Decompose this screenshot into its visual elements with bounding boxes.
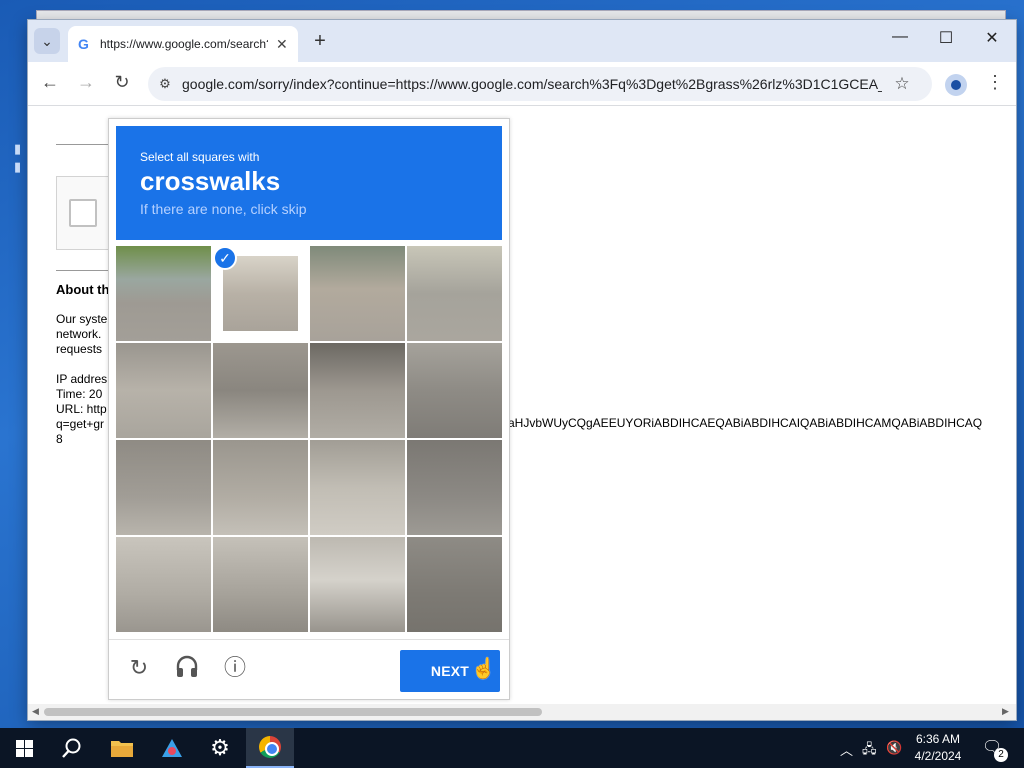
network-icon[interactable]: 🖧 <box>862 740 877 762</box>
about-heading: About th <box>56 282 110 297</box>
info-icon[interactable]: ⓘ <box>221 654 249 682</box>
google-favicon-icon: G <box>78 36 89 52</box>
scroll-thumb[interactable] <box>44 708 542 716</box>
browser-toolbar: ← → ↻ ⚙ google.com/sorry/index?continue=… <box>28 62 1016 106</box>
long-query-text: aHJvbWUyCQgAEEUYORiABDIHCAEQABiABDIHCAIQ… <box>508 416 983 430</box>
gear-icon: ⚙ <box>210 735 230 760</box>
checkmark-icon: ✓ <box>213 246 237 270</box>
tray-chevron-icon[interactable]: ︿ <box>840 740 853 759</box>
text-line: 8 <box>56 432 63 446</box>
captcha-tile[interactable] <box>116 537 211 632</box>
maximize-button[interactable]: ☐ <box>932 28 960 48</box>
desktop-icons: ▮ ▮ <box>14 141 22 174</box>
target-object: crosswalks <box>140 166 281 196</box>
title-bar: ⌄ G https://www.google.com/search?q=get+… <box>28 20 1016 62</box>
reload-button[interactable]: ↻ <box>110 72 134 93</box>
folder-icon <box>111 741 133 757</box>
skip-hint: If there are none, click skip <box>140 201 307 217</box>
tab-search-button[interactable]: ⌄ <box>34 28 60 54</box>
browser-window: ⌄ G https://www.google.com/search?q=get+… <box>28 20 1016 720</box>
recaptcha-challenge: Select all squares with crosswalks If th… <box>108 118 510 700</box>
headphones-icon <box>176 655 198 677</box>
clock-date: 4/2/2024 <box>914 749 962 763</box>
captcha-tile[interactable] <box>213 440 308 535</box>
captcha-tile[interactable] <box>116 343 211 438</box>
image-grid: ✓ <box>116 246 502 632</box>
start-button[interactable] <box>0 728 48 768</box>
back-button[interactable]: ← <box>38 72 62 93</box>
instruction-text: Select all squares with <box>140 150 260 164</box>
windows-logo-icon <box>15 739 33 757</box>
volume-muted-icon[interactable]: 🔇 <box>886 740 902 756</box>
system-clock[interactable]: 6:36 AM 4/2/2024 <box>906 731 970 765</box>
horizontal-scrollbar[interactable]: ◀ ▶ <box>28 704 1016 720</box>
notification-count: 2 <box>994 748 1008 762</box>
hand-cursor-icon: ☝ <box>471 658 496 680</box>
palette-icon <box>162 739 182 757</box>
challenge-footer: ↻ ⓘ NEXT <box>109 639 509 699</box>
profile-avatar[interactable] <box>945 74 967 96</box>
close-tab-icon[interactable]: ✕ <box>276 36 288 53</box>
captcha-tile[interactable] <box>213 537 308 632</box>
scroll-left-icon[interactable]: ◀ <box>32 706 39 717</box>
taskbar: ⚙ ︿ 🖧 🔇 6:36 AM 4/2/2024 🗨 2 <box>0 728 1024 768</box>
captcha-tile[interactable] <box>407 440 502 535</box>
captcha-tile[interactable] <box>310 246 405 341</box>
challenge-header: Select all squares with crosswalks If th… <box>116 126 502 240</box>
address-bar[interactable]: ⚙ google.com/sorry/index?continue=https:… <box>148 67 932 101</box>
audio-challenge-icon[interactable] <box>173 654 201 682</box>
divider <box>56 270 108 271</box>
captcha-tile[interactable] <box>407 343 502 438</box>
captcha-tile[interactable] <box>213 343 308 438</box>
site-info-icon[interactable]: ⚙ <box>148 76 182 92</box>
text-line: IP addres <box>56 372 108 386</box>
person-icon <box>951 80 961 90</box>
tab-google[interactable]: G https://www.google.com/search?q=get+gr… <box>68 26 298 62</box>
explanation-text: Our syste network. requests <box>56 312 107 357</box>
url-text[interactable]: google.com/sorry/index?continue=https://… <box>182 76 882 92</box>
chrome-taskbar-button[interactable] <box>246 728 294 768</box>
captcha-tile[interactable] <box>116 246 211 341</box>
bookmark-star-icon[interactable]: ☆ <box>882 74 922 94</box>
chevron-down-icon: ⌄ <box>41 32 53 49</box>
request-details: IP addres Time: 20 URL: http q=get+gr 8 <box>56 372 107 447</box>
captcha-tile[interactable] <box>310 440 405 535</box>
forward-button[interactable]: → <box>74 72 98 93</box>
chrome-icon <box>259 736 281 758</box>
window-close-button[interactable]: ✕ <box>978 28 1006 48</box>
captcha-tile[interactable] <box>116 440 211 535</box>
checkbox[interactable] <box>69 199 97 227</box>
page-content: About th Our syste network. requests IP … <box>28 106 1016 704</box>
reload-challenge-icon[interactable]: ↻ <box>125 654 153 682</box>
divider <box>56 144 108 145</box>
settings-button[interactable]: ⚙ <box>196 728 244 768</box>
tab-title: https://www.google.com/search?q=get+gr <box>100 37 268 51</box>
search-icon <box>62 738 81 758</box>
text-line: Our syste <box>56 312 108 326</box>
clock-time: 6:36 AM <box>915 732 961 746</box>
text-line: network. <box>56 327 102 341</box>
captcha-tile[interactable]: ✓ <box>213 246 308 341</box>
text-line: URL: http <box>56 402 107 416</box>
captcha-tile[interactable] <box>310 343 405 438</box>
tile-image <box>223 256 298 331</box>
text-line: requests <box>56 342 103 356</box>
text-line: Time: 20 <box>56 387 103 401</box>
minimize-button[interactable]: — <box>886 28 914 46</box>
menu-kebab-icon[interactable]: ⋮ <box>986 72 1004 93</box>
taskbar-search-button[interactable] <box>48 728 96 768</box>
scroll-right-icon[interactable]: ▶ <box>1002 706 1009 717</box>
new-tab-button[interactable]: + <box>308 30 332 53</box>
captcha-tile[interactable] <box>407 537 502 632</box>
recaptcha-checkbox-box[interactable] <box>56 176 116 250</box>
captcha-tile[interactable] <box>310 537 405 632</box>
captcha-tile[interactable] <box>407 246 502 341</box>
paint-app-button[interactable] <box>148 728 196 768</box>
file-explorer-button[interactable] <box>98 728 146 768</box>
text-line: q=get+gr <box>56 417 105 431</box>
